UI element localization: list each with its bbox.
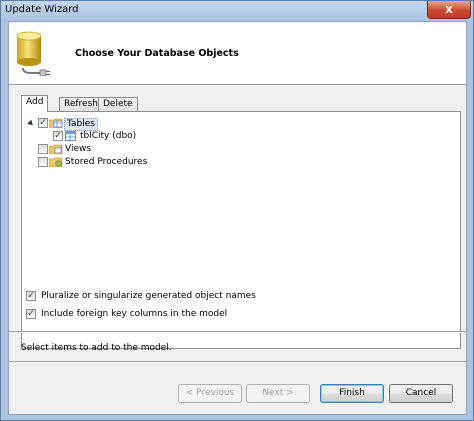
foreign-key-checkbox[interactable]: ✓: [26, 309, 36, 319]
divider: [9, 331, 466, 333]
finish-button-label: Finish: [339, 388, 365, 398]
window-title: Update Wizard: [5, 4, 79, 15]
foreign-key-label: Include foreign key columns in the model: [41, 309, 228, 319]
views-checkbox[interactable]: [38, 144, 48, 154]
tblcity-label: tblCity (dbo): [80, 131, 137, 141]
tree-item-stored-procedures[interactable]: Stored Procedures: [26, 156, 186, 169]
table-icon: [65, 131, 76, 141]
database-connect-icon: [16, 31, 50, 76]
cancel-button-label: Cancel: [405, 388, 437, 398]
tables-folder-icon: [49, 118, 63, 128]
stored-procedures-folder-icon: [49, 157, 63, 167]
wizard-header: Choose Your Database Objects: [9, 22, 466, 85]
divider: [9, 361, 466, 363]
cancel-button[interactable]: Cancel: [389, 384, 453, 403]
tab-delete-label: Delete: [103, 99, 133, 109]
close-window-button[interactable]: x: [427, 1, 471, 19]
pluralize-checkbox[interactable]: ✓: [26, 291, 36, 301]
tab-add-label: Add: [26, 97, 44, 107]
tree-item-views[interactable]: Views: [26, 143, 126, 156]
status-text: Select items to add to the model.: [21, 343, 172, 353]
update-wizard-window: Update Wizard x Choose Your Database Obj…: [0, 0, 474, 421]
page-title: Choose Your Database Objects: [75, 48, 239, 59]
tables-checkbox[interactable]: ✓: [38, 118, 48, 128]
previous-button[interactable]: < Previous: [178, 384, 242, 403]
tab-add[interactable]: Add: [21, 95, 49, 112]
stored-procedures-label: Stored Procedures: [65, 157, 148, 167]
finish-button[interactable]: Finish: [320, 384, 384, 403]
tree-item-tblcity[interactable]: ✓ tblCity (dbo): [26, 130, 186, 143]
stored-procedures-checkbox[interactable]: [38, 157, 48, 167]
wizard-body: Choose Your Database Objects Add Refresh…: [8, 21, 467, 415]
views-folder-icon: [49, 144, 63, 154]
views-label: Views: [65, 144, 92, 154]
expand-arrow-icon[interactable]: [27, 119, 35, 128]
title-bar[interactable]: Update Wizard x: [1, 1, 473, 21]
foreign-key-option[interactable]: ✓ Include foreign key columns in the mod…: [26, 308, 286, 320]
tab-refresh[interactable]: Refresh: [59, 97, 103, 111]
previous-button-label: < Previous: [185, 388, 235, 398]
next-button-label: Next >: [262, 388, 294, 398]
tree-item-tables[interactable]: ✓ Tables: [26, 117, 166, 131]
tab-delete[interactable]: Delete: [98, 97, 138, 111]
close-icon: x: [445, 2, 453, 16]
tblcity-checkbox[interactable]: ✓: [53, 131, 63, 141]
next-button[interactable]: Next >: [246, 384, 310, 403]
tab-refresh-label: Refresh: [64, 99, 98, 109]
pluralize-option[interactable]: ✓ Pluralize or singularize generated obj…: [26, 290, 286, 302]
pluralize-label: Pluralize or singularize generated objec…: [41, 291, 256, 301]
